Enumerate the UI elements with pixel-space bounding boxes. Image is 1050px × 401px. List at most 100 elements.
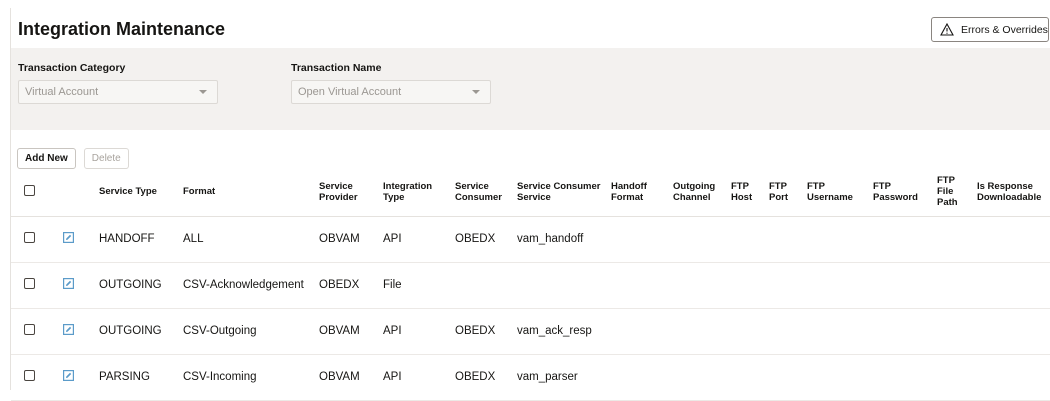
transaction-name-group: Transaction Name Open Virtual Account	[291, 62, 491, 104]
ftp-username-cell	[805, 216, 871, 263]
column-header[interactable]: FTP Host	[729, 170, 767, 217]
service-consumer-cell: OBEDX	[453, 216, 515, 263]
table-toolbar: Add New Delete	[17, 148, 129, 169]
table-row[interactable]: PARSING CSV-Incoming OBVAM API OBEDX vam…	[11, 354, 1050, 401]
column-header[interactable]: FTP Username	[805, 170, 871, 217]
warning-triangle-icon	[940, 23, 954, 36]
row-checkbox[interactable]	[24, 278, 35, 289]
ftp-host-cell	[729, 354, 767, 401]
service-consumer-cell: OBEDX	[453, 308, 515, 355]
ftp-username-cell	[805, 262, 871, 309]
response-downloadable-cell	[975, 262, 1050, 309]
ftp-host-cell	[729, 308, 767, 355]
edit-pencil-icon[interactable]	[63, 324, 74, 335]
chevron-down-icon	[472, 90, 480, 94]
table-row[interactable]: OUTGOING CSV-Outgoing OBVAM API OBEDX va…	[11, 308, 1050, 355]
select-all-checkbox[interactable]	[24, 185, 35, 197]
row-checkbox[interactable]	[24, 370, 35, 381]
chevron-down-icon	[199, 90, 207, 94]
ftp-file-path-cell	[935, 354, 975, 401]
column-header[interactable]: Handoff Format	[609, 170, 671, 217]
handoff-format-cell	[609, 354, 671, 401]
transaction-category-select[interactable]: Virtual Account	[18, 80, 218, 104]
ftp-host-cell	[729, 262, 767, 309]
ftp-port-cell	[767, 308, 805, 355]
row-select-cell	[11, 308, 61, 355]
format-cell: ALL	[181, 216, 317, 263]
transaction-category-label: Transaction Category	[18, 62, 126, 74]
consumer-service-cell: vam_handoff	[515, 216, 609, 263]
integration-type-cell: File	[381, 262, 453, 309]
handoff-format-cell	[609, 262, 671, 309]
select-all-cell	[11, 170, 61, 217]
integration-maintenance-page: Integration Maintenance Errors & Overrid…	[10, 8, 1050, 401]
column-header[interactable]: FTP Password	[871, 170, 935, 217]
integration-type-cell: API	[381, 354, 453, 401]
transaction-name-select[interactable]: Open Virtual Account	[291, 80, 491, 104]
column-header[interactable]: Service Consumer	[453, 170, 515, 217]
column-header[interactable]: Outgoing Channel	[671, 170, 729, 217]
column-header[interactable]: Service Consumer Service	[515, 170, 609, 217]
integration-type-cell: API	[381, 216, 453, 263]
ftp-file-path-cell	[935, 308, 975, 355]
outgoing-channel-cell	[671, 262, 729, 309]
consumer-service-cell: vam_parser	[515, 354, 609, 401]
table-header-row: Service Type Format Service Provider Int…	[11, 170, 1050, 217]
ftp-username-cell	[805, 354, 871, 401]
integration-table: Service Type Format Service Provider Int…	[11, 170, 1050, 401]
table-row[interactable]: HANDOFF ALL OBVAM API OBEDX vam_handoff	[11, 216, 1050, 263]
outgoing-channel-cell	[671, 216, 729, 263]
column-header[interactable]: FTP Port	[767, 170, 805, 217]
ftp-password-cell	[871, 308, 935, 355]
column-header[interactable]: Format	[181, 170, 317, 217]
edit-pencil-icon[interactable]	[63, 278, 74, 289]
service-provider-cell: OBVAM	[317, 308, 381, 355]
format-cell: CSV-Incoming	[181, 354, 317, 401]
service-provider-cell: OBEDX	[317, 262, 381, 309]
edit-cell	[61, 308, 97, 355]
add-new-button[interactable]: Add New	[17, 148, 76, 169]
ftp-port-cell	[767, 262, 805, 309]
column-header[interactable]: Service Provider	[317, 170, 381, 217]
column-header[interactable]: Integration Type	[381, 170, 453, 217]
edit-cell	[61, 354, 97, 401]
response-downloadable-cell	[975, 216, 1050, 263]
edit-cell	[61, 262, 97, 309]
ftp-file-path-cell	[935, 262, 975, 309]
service-type-cell: OUTGOING	[97, 262, 181, 309]
ftp-username-cell	[805, 308, 871, 355]
edit-pencil-icon[interactable]	[63, 370, 74, 381]
service-type-cell: PARSING	[97, 354, 181, 401]
row-checkbox[interactable]	[24, 324, 35, 335]
transaction-category-value: Virtual Account	[25, 86, 99, 98]
outgoing-channel-cell	[671, 308, 729, 355]
integration-type-cell: API	[381, 308, 453, 355]
edit-pencil-icon[interactable]	[63, 232, 74, 243]
row-checkbox[interactable]	[24, 232, 35, 243]
row-select-cell	[11, 354, 61, 401]
edit-cell	[61, 216, 97, 263]
handoff-format-cell	[609, 308, 671, 355]
table-row[interactable]: OUTGOING CSV-Acknowledgement OBEDX File	[11, 262, 1050, 309]
ftp-port-cell	[767, 354, 805, 401]
handoff-format-cell	[609, 216, 671, 263]
column-header[interactable]: Is Response Downloadable	[975, 170, 1050, 217]
delete-button[interactable]: Delete	[83, 148, 129, 169]
service-provider-cell: OBVAM	[317, 216, 381, 263]
ftp-password-cell	[871, 354, 935, 401]
service-consumer-cell	[453, 262, 515, 309]
service-consumer-cell: OBEDX	[453, 354, 515, 401]
ftp-file-path-cell	[935, 216, 975, 263]
column-header[interactable]: Service Type	[97, 170, 181, 217]
transaction-category-group: Transaction Category Virtual Account	[18, 62, 218, 104]
consumer-service-cell: vam_ack_resp	[515, 308, 609, 355]
outgoing-channel-cell	[671, 354, 729, 401]
format-cell: CSV-Outgoing	[181, 308, 317, 355]
page-header: Integration Maintenance Errors & Overrid…	[11, 8, 1050, 48]
response-downloadable-cell	[975, 308, 1050, 355]
row-select-cell	[11, 262, 61, 309]
service-type-cell: HANDOFF	[97, 216, 181, 263]
errors-overrides-button[interactable]: Errors & Overrides	[931, 17, 1049, 42]
column-header[interactable]: FTP File Path	[935, 170, 975, 217]
ftp-host-cell	[729, 216, 767, 263]
